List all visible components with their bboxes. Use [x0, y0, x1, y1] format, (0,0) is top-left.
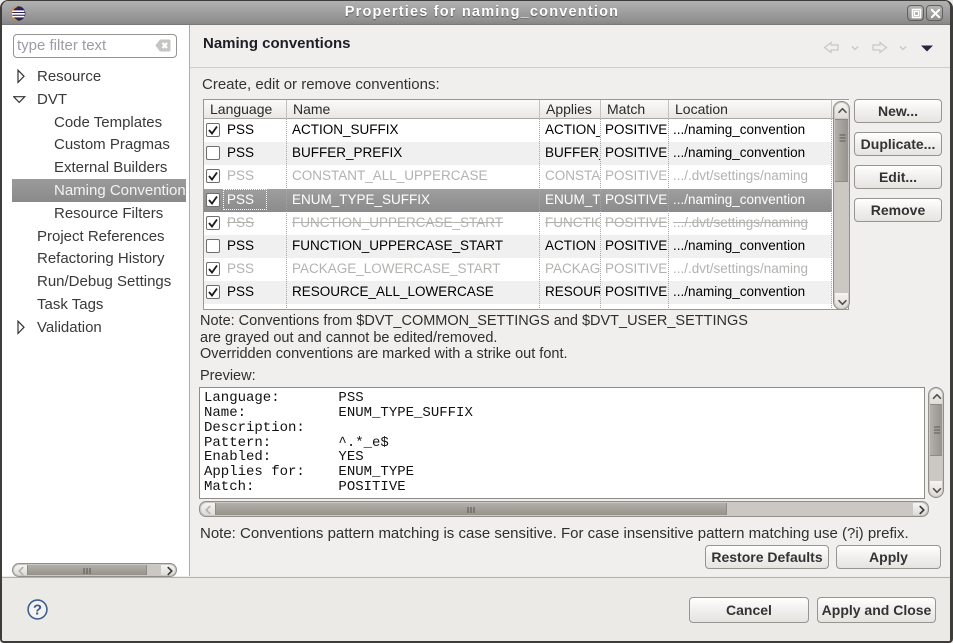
- svg-text:?: ?: [33, 602, 42, 619]
